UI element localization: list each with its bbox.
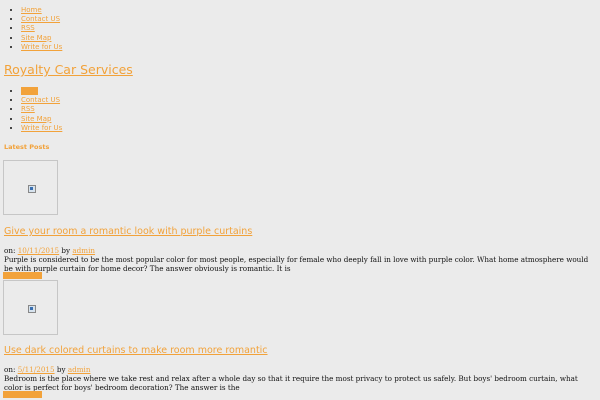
post-title-link-1[interactable]: Give your room a romantic look with purp…	[4, 226, 252, 237]
post-excerpt-1: Purple is considered to be the most popu…	[4, 255, 589, 274]
top-nav-item-sitemap[interactable]: Site Map	[21, 34, 62, 43]
top-nav: Home Contact US RSS Site Map Write for U…	[0, 6, 62, 52]
read-more-button-1[interactable]	[3, 272, 42, 279]
main-nav: Contact US RSS Site Map Write for Us	[0, 87, 62, 133]
main-nav-item-contact[interactable]: Contact US	[21, 96, 62, 105]
post-meta-1: on: 10/11/2015 by admin	[4, 246, 95, 255]
top-nav-link-rss[interactable]: RSS	[21, 24, 35, 32]
post-thumbnail-2[interactable]	[3, 280, 58, 335]
main-nav-link-contact[interactable]: Contact US	[21, 96, 60, 104]
post-meta-by-label: by	[61, 246, 71, 255]
main-nav-item-sitemap[interactable]: Site Map	[21, 115, 62, 124]
post-meta-by-label: by	[56, 365, 66, 374]
broken-image-icon	[28, 305, 36, 313]
post-meta-on-label: on:	[4, 246, 16, 255]
post-author-link-2[interactable]: admin	[68, 365, 91, 374]
top-nav-item-write[interactable]: Write for Us	[21, 43, 62, 52]
top-nav-link-write[interactable]: Write for Us	[21, 43, 62, 51]
top-nav-item-rss[interactable]: RSS	[21, 24, 62, 33]
top-nav-link-home[interactable]: Home	[21, 6, 42, 14]
main-nav-item-home[interactable]	[21, 87, 62, 96]
main-nav-link-write[interactable]: Write for Us	[21, 124, 62, 132]
post-date-link-2[interactable]: 5/11/2015	[18, 365, 55, 374]
post-title-link-2[interactable]: Use dark colored curtains to make room m…	[4, 345, 268, 356]
post-title-2: Use dark colored curtains to make room m…	[4, 345, 268, 356]
site-title: Royalty Car Services	[4, 62, 133, 77]
top-nav-link-sitemap[interactable]: Site Map	[21, 34, 51, 42]
top-nav-item-contact[interactable]: Contact US	[21, 15, 62, 24]
latest-posts-heading: Latest Posts	[4, 143, 50, 151]
site-title-link[interactable]: Royalty Car Services	[4, 62, 133, 77]
post-author-link-1[interactable]: admin	[72, 246, 95, 255]
main-nav-item-rss[interactable]: RSS	[21, 105, 62, 114]
post-meta-on-label: on:	[4, 365, 16, 374]
post-title-1: Give your room a romantic look with purp…	[4, 226, 252, 237]
post-excerpt-2: Bedroom is the place where we take rest …	[4, 374, 578, 393]
post-meta-2: on: 5/11/2015 by admin	[4, 365, 90, 374]
main-nav-link-rss[interactable]: RSS	[21, 105, 35, 113]
post-date-link-1[interactable]: 10/11/2015	[18, 246, 59, 255]
post-thumbnail-1[interactable]	[3, 160, 58, 215]
top-nav-link-contact[interactable]: Contact US	[21, 15, 60, 23]
main-nav-home-button[interactable]	[21, 87, 38, 95]
read-more-button-2[interactable]	[3, 391, 42, 398]
main-nav-item-write[interactable]: Write for Us	[21, 124, 62, 133]
top-nav-item-home[interactable]: Home	[21, 6, 62, 15]
main-nav-link-sitemap[interactable]: Site Map	[21, 115, 51, 123]
broken-image-icon	[28, 185, 36, 193]
